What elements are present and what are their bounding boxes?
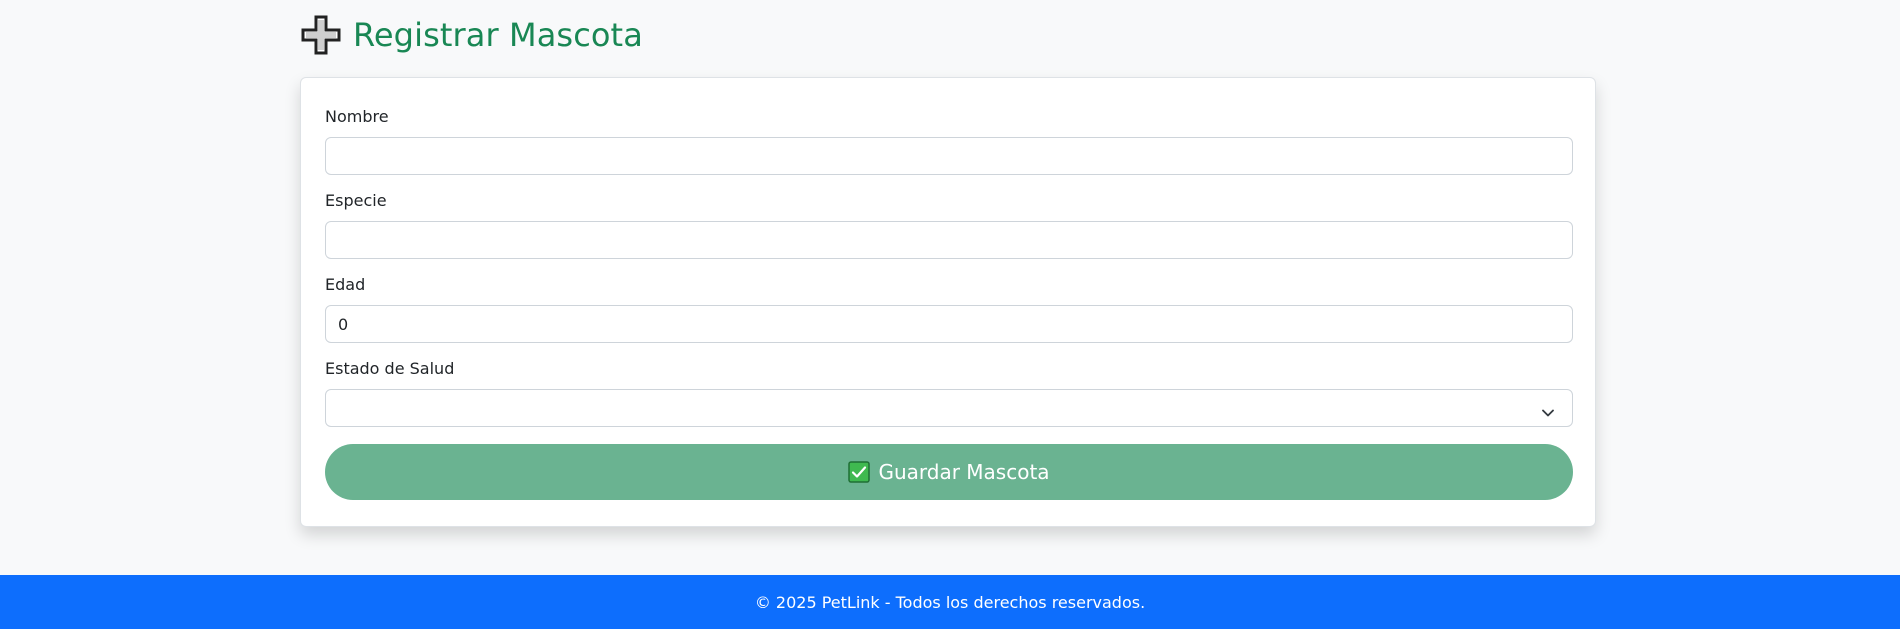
especie-label: Especie	[325, 191, 387, 210]
page-header: Registrar Mascota	[300, 0, 1596, 70]
check-icon	[848, 461, 871, 483]
chevron-down-icon	[1542, 403, 1554, 417]
nombre-input[interactable]	[325, 137, 1573, 175]
field-nombre: Nombre	[325, 107, 1573, 175]
field-edad: Edad	[325, 275, 1573, 343]
page: Registrar Mascota Nombre Especie Edad Es…	[0, 0, 1900, 629]
estado-salud-select[interactable]	[325, 389, 1573, 427]
page-title: Registrar Mascota	[353, 16, 643, 54]
edad-input[interactable]	[325, 305, 1573, 343]
field-especie: Especie	[325, 191, 1573, 259]
save-pet-button[interactable]: Guardar Mascota	[325, 444, 1573, 500]
footer-text: © 2025 PetLink - Todos los derechos rese…	[754, 592, 1146, 612]
field-estado-salud: Estado de Salud	[325, 359, 1573, 427]
footer: © 2025 PetLink - Todos los derechos rese…	[0, 575, 1900, 629]
edad-label: Edad	[325, 275, 366, 294]
nombre-label: Nombre	[325, 107, 389, 126]
especie-input[interactable]	[325, 221, 1573, 259]
main-container: Registrar Mascota Nombre Especie Edad Es…	[300, 0, 1596, 527]
form-card: Nombre Especie Edad Estado de Salud	[300, 77, 1596, 527]
plus-icon	[301, 15, 341, 55]
estado-salud-label: Estado de Salud	[325, 359, 455, 378]
save-pet-label: Guardar Mascota	[878, 460, 1050, 484]
